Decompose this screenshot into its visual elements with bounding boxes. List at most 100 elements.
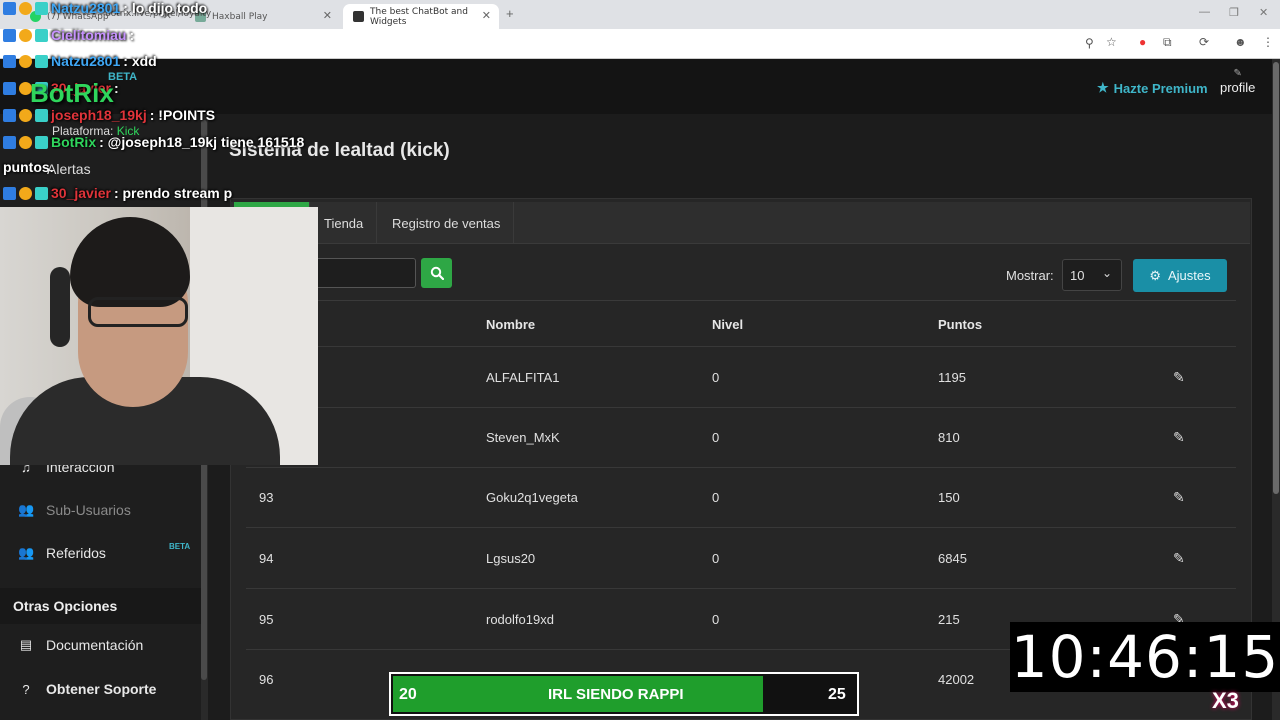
- chat-message: Cielitomiau:: [3, 27, 134, 43]
- zoom-icon[interactable]: ⚲: [1085, 36, 1094, 50]
- sidebar-item-soporte[interactable]: ? Obtener Soporte: [18, 681, 156, 697]
- row-id: 94: [259, 551, 274, 566]
- row-puntos: 6845: [938, 551, 967, 566]
- column-header-nivel[interactable]: Nivel: [712, 317, 743, 332]
- chat-text: : !POINTS: [149, 107, 216, 123]
- star-icon: ★: [1097, 80, 1109, 95]
- chat-username: Natzu2801: [51, 53, 121, 69]
- chat-text: :: [129, 27, 135, 43]
- chat-badge-icon: [3, 54, 16, 68]
- chat-badge-icon: [19, 1, 32, 15]
- sync-icon[interactable]: ⟳: [1199, 35, 1209, 49]
- column-header-puntos[interactable]: Puntos: [938, 317, 982, 332]
- close-icon[interactable]: ✕: [482, 9, 491, 22]
- divider: [246, 527, 1236, 528]
- profile-link[interactable]: ✎ profile: [1220, 68, 1255, 95]
- chat-message: BotRix: @joseph18_19kj tiene 161518: [3, 134, 304, 150]
- chat-badge-icon: [19, 108, 32, 122]
- ajustes-button[interactable]: ⚙ Ajustes: [1133, 259, 1227, 292]
- chat-badge-icon: [3, 81, 16, 95]
- users-icon: 👥: [18, 545, 35, 560]
- chat-badge-icon: [35, 28, 48, 42]
- chat-badge-icon: [35, 135, 48, 149]
- help-icon: ?: [22, 681, 30, 697]
- beta-badge: BETA: [108, 71, 138, 83]
- sidebar-item-referidos[interactable]: 👥 Referidos: [18, 545, 106, 561]
- profile-icon: ✎: [1233, 68, 1242, 79]
- avatar[interactable]: ☻: [1234, 35, 1247, 49]
- extensions-icon[interactable]: ⧉: [1163, 35, 1172, 50]
- search-button[interactable]: [421, 258, 452, 288]
- chat-badge-icon: [35, 1, 48, 15]
- chat-text: : lo dijo todo: [123, 0, 208, 16]
- beta-badge: BETA: [169, 542, 191, 551]
- tab-registro-ventas[interactable]: Registro de ventas: [379, 202, 515, 244]
- row-nivel: 0: [712, 551, 720, 566]
- chat-badge-icon: [3, 108, 16, 122]
- chat-username: joseph18_19kj: [51, 107, 147, 123]
- app-header: [0, 59, 1272, 114]
- new-tab-icon[interactable]: +: [506, 6, 514, 21]
- chat-text: : xdd: [123, 53, 157, 69]
- row-nivel: 0: [712, 490, 720, 505]
- chat-username: Cielitomiau: [51, 27, 127, 43]
- chat-badge-icon: [35, 54, 48, 68]
- row-nombre: ALFALFITA1: [486, 370, 560, 385]
- sidebar-item-alertas[interactable]: Alertas: [47, 161, 91, 177]
- stream-clock: 10:46:15: [1010, 622, 1280, 692]
- sidebar-item-documentacion[interactable]: ▤ Documentación: [18, 637, 143, 653]
- chat-badge-icon: [35, 108, 48, 122]
- star-icon[interactable]: ☆: [1106, 35, 1117, 49]
- row-nivel: 0: [712, 370, 720, 385]
- chat-text: puntos.: [3, 159, 54, 175]
- goal-start: 20: [399, 686, 417, 703]
- sidebar-item-sub-usuarios[interactable]: 👥 Sub-Usuarios: [18, 502, 131, 518]
- edit-icon[interactable]: ✎: [1173, 489, 1185, 506]
- divider: [316, 300, 1236, 301]
- botrix-logo: BotRix: [30, 78, 114, 108]
- close-window-icon[interactable]: ✕: [1259, 6, 1268, 19]
- chat-badge-icon: [3, 186, 16, 200]
- browser-tab-botrix[interactable]: The best ChatBot and Widgets ✕: [343, 4, 499, 29]
- chat-badge-icon: [19, 28, 32, 42]
- close-icon[interactable]: ✕: [323, 9, 332, 22]
- chat-username: 30_javier: [51, 185, 111, 201]
- edit-icon[interactable]: ✎: [1173, 429, 1185, 446]
- maximize-icon[interactable]: ❐: [1229, 6, 1239, 19]
- chat-badge-icon: [3, 135, 16, 149]
- search-input[interactable]: [316, 258, 416, 288]
- edit-icon[interactable]: ✎: [1173, 550, 1185, 567]
- row-id: 93: [259, 490, 274, 505]
- row-nombre: Goku2q1vegeta: [486, 490, 578, 505]
- premium-link[interactable]: ★ Hazte Premium: [1097, 80, 1208, 96]
- opera-icon[interactable]: ●: [1139, 35, 1146, 49]
- gear-icon: ⚙: [1149, 267, 1161, 283]
- chat-message: joseph18_19kj: !POINTS: [3, 107, 215, 123]
- minimize-icon[interactable]: —: [1199, 6, 1210, 18]
- multiplier-badge: X3: [1212, 688, 1239, 713]
- page-size-select[interactable]: 10 ⌄: [1062, 259, 1122, 291]
- divider: [246, 346, 1236, 347]
- chat-text: : prendo stream p: [113, 185, 233, 201]
- plataforma-text: Plataforma: Kick: [52, 124, 140, 138]
- row-nivel: 0: [712, 612, 720, 627]
- mostrar-label: Mostrar:: [1006, 268, 1054, 283]
- tab-tienda[interactable]: Tienda: [311, 202, 378, 244]
- chat-badge-icon: [35, 186, 48, 200]
- edit-icon[interactable]: ✎: [1173, 369, 1185, 386]
- page-scrollbar-thumb[interactable]: [1273, 62, 1279, 494]
- search-icon: [430, 266, 444, 280]
- row-nivel: 0: [712, 430, 720, 445]
- divider: [246, 407, 1236, 408]
- row-nombre: Steven_MxK: [486, 430, 560, 445]
- chat-badge-icon: [19, 54, 32, 68]
- chat-message: Natzu2801: lo dijo todo: [3, 0, 207, 16]
- document-icon: ▤: [19, 637, 33, 652]
- goal-end: 25: [828, 686, 846, 703]
- chat-badge-icon: [3, 1, 16, 15]
- webcam-feed: [0, 207, 318, 465]
- users-icon: 👥: [18, 502, 35, 517]
- chat-username: Natzu2801: [51, 0, 121, 16]
- column-header-nombre[interactable]: Nombre: [486, 317, 535, 332]
- menu-icon[interactable]: ⋮: [1262, 35, 1274, 49]
